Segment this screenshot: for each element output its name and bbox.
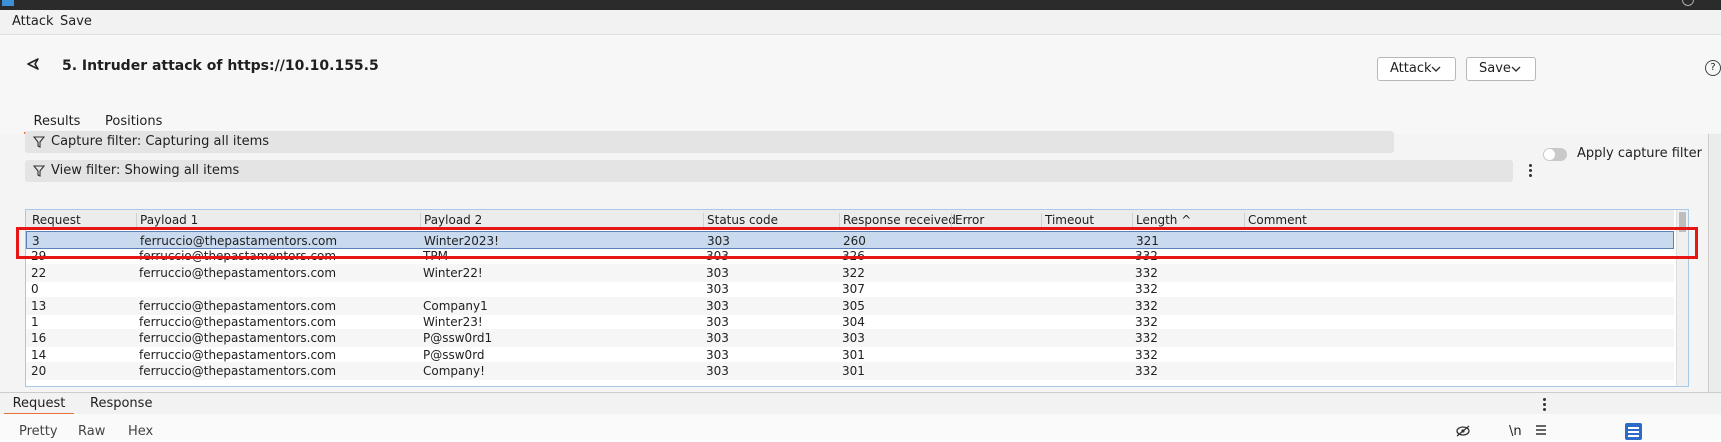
tab-request[interactable]: Request (4, 395, 74, 415)
table-cell: 0 (31, 282, 39, 297)
save-button-label: Save (1479, 61, 1511, 76)
table-row[interactable]: 20 ferruccio@thepastamentors.com Company! 3… (26, 362, 1674, 381)
capture-filter-label: Capture filter: Capturing all items (51, 134, 270, 149)
newline-toggle-icon[interactable]: \n (1509, 424, 1522, 439)
filter-icon (33, 136, 45, 148)
table-cell: 303 (706, 315, 729, 329)
hide-eye-icon[interactable] (1455, 424, 1471, 442)
editor-more-icon[interactable] (1543, 398, 1547, 413)
apply-capture-filter-toggle[interactable] (1543, 148, 1567, 161)
table-cell: ferruccio@thepastamentors.com (139, 298, 337, 313)
menu-lines-icon[interactable] (1535, 424, 1547, 440)
chevron-down-icon (1431, 66, 1441, 72)
table-cell: 332 (1135, 298, 1158, 313)
table-cell: 304 (842, 315, 865, 329)
toggle-knob (1544, 149, 1555, 160)
table-row[interactable]: 13 ferruccio@thepastamentors.com Company1 3… (26, 296, 1674, 315)
table-cell: ferruccio@thepastamentors.com (139, 331, 337, 346)
filter-icon (33, 165, 45, 177)
table-row[interactable]: 1 ferruccio@thepastamentors.com Winter23! 3… (26, 313, 1674, 331)
save-button[interactable]: Save (1466, 57, 1536, 81)
apply-capture-filter-label: Apply capture filter (1577, 146, 1702, 161)
table-cell: 332 (1135, 364, 1158, 379)
menu-attack[interactable]: Attack (12, 14, 54, 29)
table-cell: ferruccio@thepastamentors.com (139, 347, 337, 362)
table-cell: 303 (706, 364, 729, 379)
window-control-icon[interactable] (1682, 0, 1694, 6)
attack-button[interactable]: Attack (1377, 57, 1456, 81)
table-cell: 301 (842, 364, 865, 379)
table-cell: 303 (706, 298, 729, 313)
table-cell: 305 (842, 298, 865, 313)
attack-header: 5. Intruder attack of https://10.10.155.… (0, 34, 1721, 94)
table-cell: 303 (706, 331, 729, 346)
tab-response[interactable]: Response (90, 395, 152, 415)
table-cell: 307 (842, 282, 865, 297)
table-cell: 303 (842, 331, 865, 346)
window-titlebar (0, 0, 1721, 10)
view-filter-bar[interactable]: View filter: Showing all items (25, 160, 1513, 182)
table-cell: Company1 (423, 298, 488, 313)
table-row[interactable]: 16 ferruccio@thepastamentors.com P@ssw0rd1… (26, 329, 1674, 348)
table-cell: ferruccio@thepastamentors.com (139, 315, 337, 329)
menu-save[interactable]: Save (60, 14, 92, 29)
table-cell: 14 (31, 347, 47, 362)
back-arrow-icon[interactable] (26, 57, 40, 75)
view-hex[interactable]: Hex (128, 424, 153, 439)
table-cell: 301 (842, 347, 865, 362)
view-filter-label: View filter: Showing all items (51, 163, 240, 178)
table-row[interactable]: 0 303 307 332 (26, 280, 1674, 298)
wrap-lines-icon[interactable] (1625, 423, 1642, 440)
table-cell: 303 (706, 282, 729, 297)
chevron-down-icon (1511, 66, 1521, 72)
table-cell: ferruccio@thepastamentors.com (139, 265, 337, 280)
attack-button-label: Attack (1390, 61, 1432, 76)
table-cell: P@ssw0rd1 (423, 331, 493, 346)
table-cell: Winter23! (423, 315, 483, 329)
table-cell: 1 (31, 315, 39, 329)
table-cell: 332 (1135, 282, 1158, 297)
view-pretty[interactable]: Pretty (19, 424, 58, 439)
table-cell: 332 (1135, 265, 1158, 280)
table-cell: 332 (1135, 331, 1158, 346)
table-cell: 20 (31, 364, 47, 379)
table-row[interactable]: 14 ferruccio@thepastamentors.com P@ssw0rd 3… (26, 346, 1674, 364)
table-cell: Company! (423, 364, 485, 379)
message-editor-tabs: Request Response (0, 392, 1721, 415)
help-icon[interactable]: ? (1705, 60, 1721, 76)
menu-bar: Attack Save (0, 10, 1721, 34)
side-panel-edge[interactable] (1708, 134, 1721, 392)
table-cell: 332 (1135, 347, 1158, 362)
table-cell: 303 (706, 265, 729, 280)
table-cell: 303 (706, 347, 729, 362)
table-cell: 16 (31, 331, 47, 346)
tab-bar: Results Positions (0, 94, 1721, 134)
table-cell: 13 (31, 298, 47, 313)
view-raw[interactable]: Raw (78, 424, 105, 439)
table-cell: ferruccio@thepastamentors.com (139, 364, 337, 379)
table-cell: 322 (842, 265, 865, 280)
table-cell: 332 (1135, 315, 1158, 329)
view-filter-more-icon[interactable] (1529, 164, 1533, 179)
capture-filter-bar[interactable]: Capture filter: Capturing all items (25, 131, 1394, 153)
row-highlight-annotation (16, 227, 1698, 259)
table-cell: 22 (31, 265, 47, 280)
table-cell: Winter22! (423, 265, 483, 280)
app-logo-icon (2, 0, 14, 6)
page-title: 5. Intruder attack of https://10.10.155.… (62, 58, 379, 74)
table-row[interactable]: 22 ferruccio@thepastamentors.com Winter22!… (26, 263, 1674, 282)
table-cell: P@ssw0rd (423, 347, 485, 362)
